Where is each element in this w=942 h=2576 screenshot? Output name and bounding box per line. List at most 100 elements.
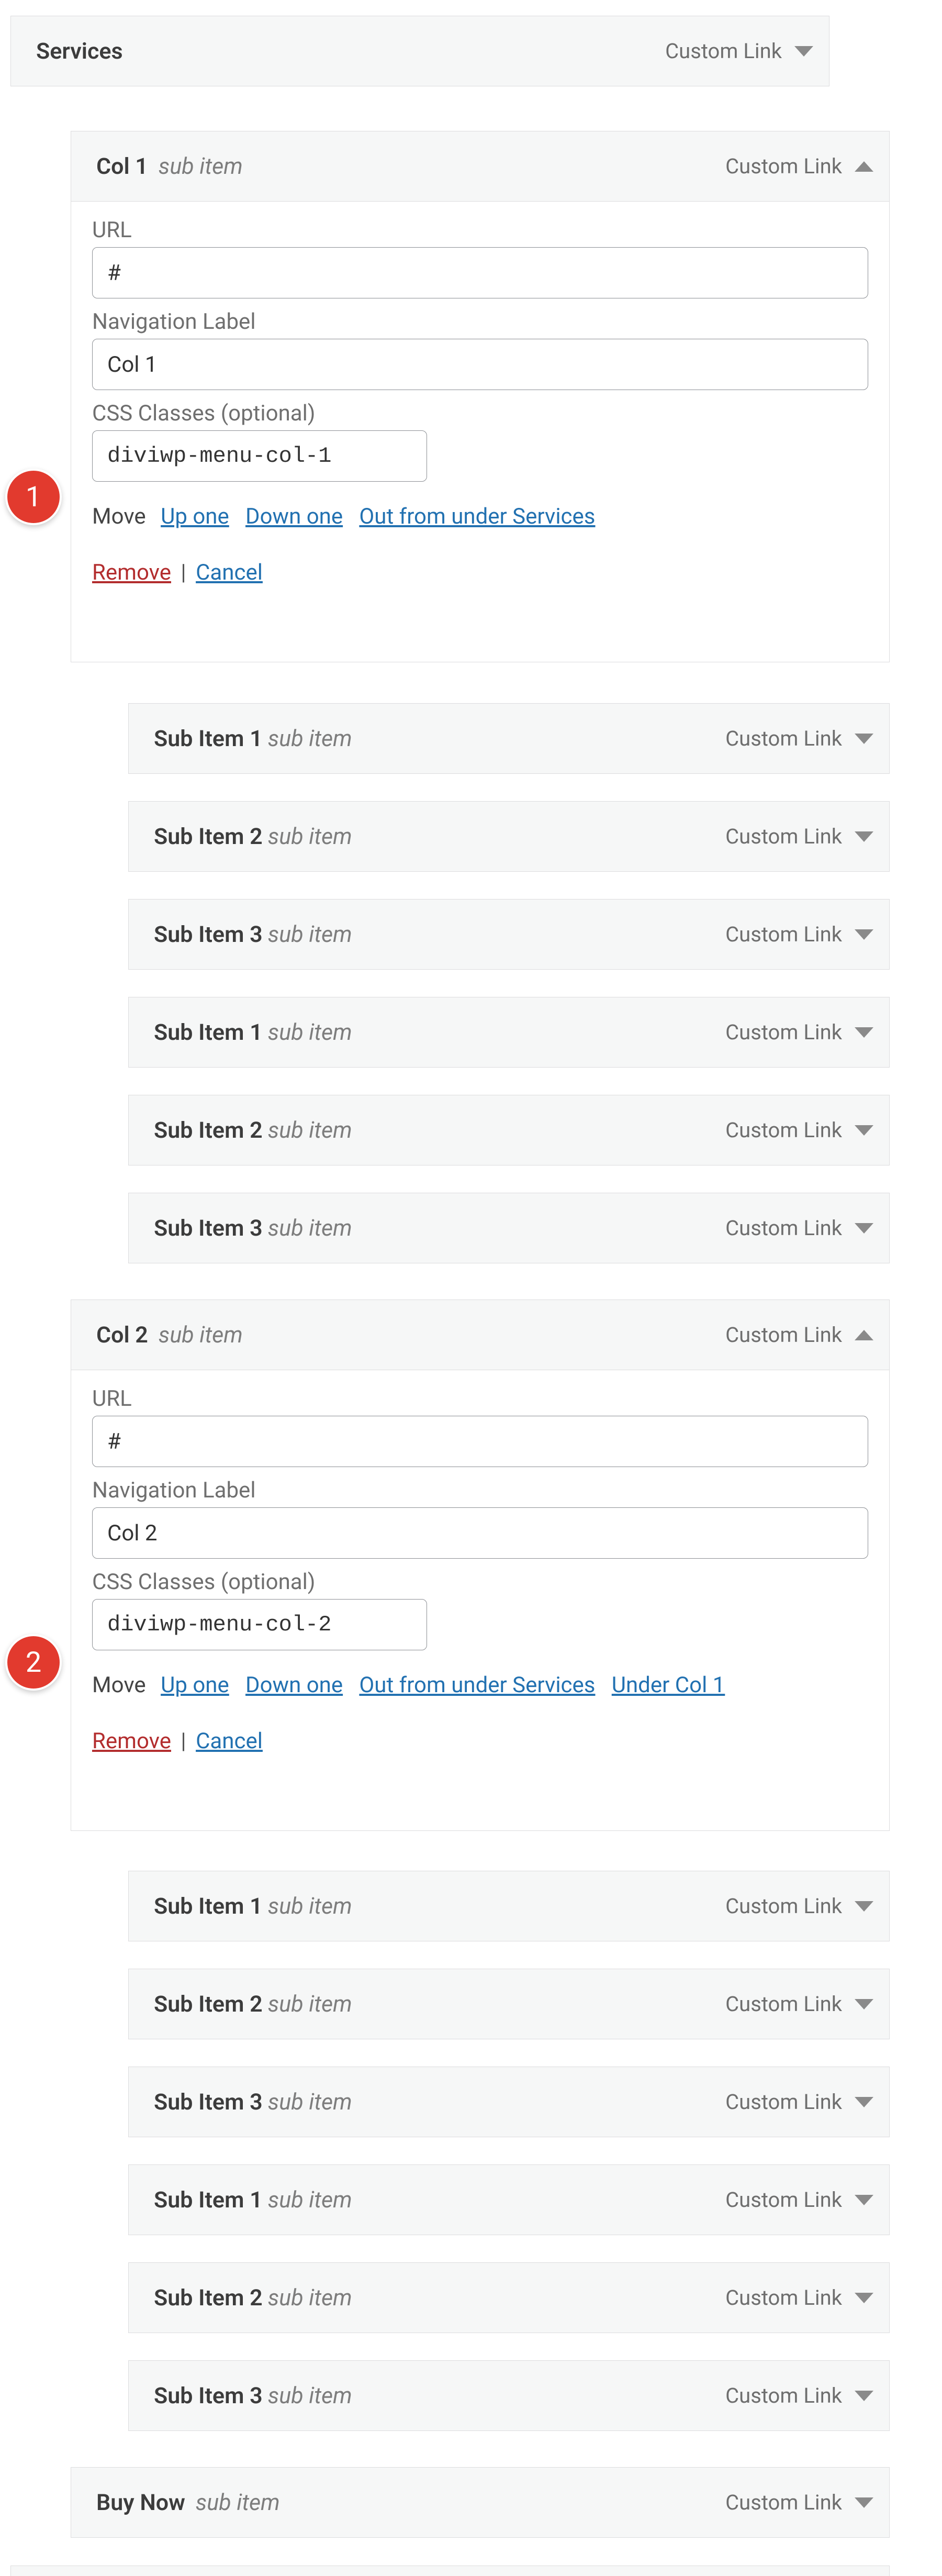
css-classes-input[interactable] <box>92 1599 427 1650</box>
menu-item-sub-1d[interactable]: Sub Item 1sub item Custom Link <box>128 2164 890 2235</box>
menu-item-sub-1b[interactable]: Sub Item 1sub item Custom Link <box>128 997 890 1068</box>
move-up-one-link[interactable]: Up one <box>161 1672 229 1698</box>
item-title: Buy Now <box>96 2490 185 2516</box>
move-row: Move Up one Down one Out from under Serv… <box>92 1672 868 1698</box>
item-type: Custom Link <box>725 2285 842 2310</box>
sub-item-label: sub item <box>268 1117 352 1143</box>
chevron-down-icon[interactable] <box>855 1027 873 1038</box>
menu-item-col-1-panel: URL Navigation Label CSS Classes (option… <box>71 202 890 662</box>
move-out-link[interactable]: Out from under Services <box>359 504 595 529</box>
remove-link[interactable]: Remove <box>92 560 171 585</box>
nav-label-input[interactable] <box>92 339 868 390</box>
menu-item-sub-2c[interactable]: Sub Item 2sub item Custom Link <box>128 1969 890 2039</box>
move-down-one-link[interactable]: Down one <box>245 1672 343 1698</box>
item-type: Custom Link <box>725 2383 842 2408</box>
chevron-down-icon[interactable] <box>855 2497 873 2508</box>
menu-item-col-1[interactable]: Col 1 sub item Custom Link <box>71 131 890 202</box>
move-out-link[interactable]: Out from under Services <box>359 1672 595 1698</box>
menu-item-sub-2a[interactable]: Sub Item 2sub item Custom Link <box>128 801 890 872</box>
item-type: Custom Link <box>725 2188 842 2212</box>
item-type: Custom Link <box>725 1894 842 1918</box>
chevron-down-icon[interactable] <box>855 2293 873 2303</box>
item-type: Custom Link <box>725 824 842 849</box>
item-type: Custom Link <box>665 39 782 63</box>
chevron-down-icon[interactable] <box>855 929 873 940</box>
menu-item-services[interactable]: Services Custom Link <box>10 16 829 86</box>
pipe: | <box>181 1728 186 1754</box>
sub-item-label: sub item <box>268 2089 352 2115</box>
item-title: Sub Item 2 <box>154 1117 263 1143</box>
item-title: Sub Item 1 <box>154 1893 263 1919</box>
item-title: Sub Item 3 <box>154 2089 263 2115</box>
css-classes-input[interactable] <box>92 430 427 482</box>
menu-item-sub-2b[interactable]: Sub Item 2sub item Custom Link <box>128 1095 890 1165</box>
url-input[interactable] <box>92 247 868 298</box>
item-title: Sub Item 3 <box>154 921 263 948</box>
sub-item-label: sub item <box>196 2490 280 2516</box>
item-type: Custom Link <box>725 1992 842 2016</box>
chevron-up-icon[interactable] <box>855 1330 873 1340</box>
nav-label-input[interactable] <box>92 1507 868 1559</box>
menu-item-sub-3d[interactable]: Sub Item 3sub item Custom Link <box>128 2360 890 2431</box>
item-title: Sub Item 3 <box>154 2383 263 2409</box>
menu-item-col-2[interactable]: Col 2 sub item Custom Link <box>71 1300 890 1370</box>
chevron-down-icon[interactable] <box>855 2195 873 2205</box>
item-type: Custom Link <box>725 2490 842 2515</box>
item-type: Custom Link <box>725 1118 842 1142</box>
item-type: Custom Link <box>725 1216 842 1240</box>
item-title: Sub Item 1 <box>154 2187 263 2213</box>
url-input[interactable] <box>92 1416 868 1467</box>
chevron-down-icon[interactable] <box>855 1999 873 2009</box>
sub-item-label: sub item <box>268 726 352 752</box>
item-title: Col 2 <box>96 1322 148 1348</box>
menu-item-sub-3c[interactable]: Sub Item 3sub item Custom Link <box>128 2067 890 2137</box>
item-title: Col 1 <box>96 153 148 180</box>
pipe: | <box>181 560 186 585</box>
sub-item-label: sub item <box>268 1019 352 1046</box>
cancel-link[interactable]: Cancel <box>196 560 263 585</box>
sub-item-label: sub item <box>268 921 352 948</box>
move-under-col1-link[interactable]: Under Col 1 <box>612 1672 725 1698</box>
move-down-one-link[interactable]: Down one <box>245 504 343 529</box>
badge-number: 2 <box>26 1646 41 1679</box>
menu-item-sub-1a[interactable]: Sub Item 1sub item Custom Link <box>128 703 890 774</box>
menu-item-sub-3a[interactable]: Sub Item 3sub item Custom Link <box>128 899 890 970</box>
annotation-badge-1: 1 <box>5 469 62 525</box>
item-type: Custom Link <box>725 1323 842 1347</box>
sub-item-label: sub item <box>159 1322 243 1348</box>
item-type: Custom Link <box>725 726 842 751</box>
chevron-down-icon[interactable] <box>855 734 873 744</box>
sub-item-label: sub item <box>268 2285 352 2311</box>
sub-item-label: sub item <box>268 2187 352 2213</box>
chevron-down-icon[interactable] <box>855 2391 873 2401</box>
item-type: Custom Link <box>725 2090 842 2114</box>
move-up-one-link[interactable]: Up one <box>161 504 229 529</box>
move-label: Move <box>92 1672 146 1698</box>
item-title: Sub Item 1 <box>154 726 263 752</box>
menu-item-sub-2d[interactable]: Sub Item 2sub item Custom Link <box>128 2262 890 2333</box>
chevron-down-icon[interactable] <box>794 46 813 57</box>
chevron-down-icon[interactable] <box>855 831 873 842</box>
item-type: Custom Link <box>725 154 842 179</box>
sub-item-label: sub item <box>159 153 243 180</box>
menu-item-sub-1c[interactable]: Sub Item 1sub item Custom Link <box>128 1871 890 1941</box>
chevron-down-icon[interactable] <box>855 1125 873 1136</box>
url-label: URL <box>92 217 868 243</box>
menu-item-buy-now[interactable]: Buy Now sub item Custom Link <box>71 2467 890 2538</box>
sub-item-label: sub item <box>268 1991 352 2017</box>
sub-item-label: sub item <box>268 2383 352 2409</box>
chevron-down-icon[interactable] <box>855 2097 873 2107</box>
nav-label-label: Navigation Label <box>92 309 868 335</box>
item-title: Services <box>36 38 123 64</box>
move-row: Move Up one Down one Out from under Serv… <box>92 504 868 529</box>
cancel-link[interactable]: Cancel <box>196 1728 263 1754</box>
item-title: Sub Item 2 <box>154 2285 263 2311</box>
chevron-down-icon[interactable] <box>855 1901 873 1912</box>
chevron-down-icon[interactable] <box>855 1223 873 1234</box>
menu-item-sub-3b[interactable]: Sub Item 3sub item Custom Link <box>128 1193 890 1263</box>
item-title: Sub Item 2 <box>154 824 263 850</box>
remove-link[interactable]: Remove <box>92 1728 171 1754</box>
badge-number: 1 <box>26 481 41 514</box>
item-title: Sub Item 2 <box>154 1991 263 2017</box>
chevron-up-icon[interactable] <box>855 161 873 172</box>
